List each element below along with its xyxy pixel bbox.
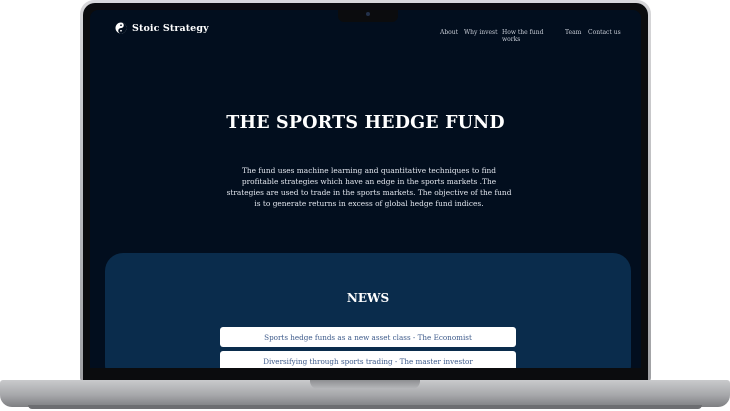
- logo-icon: [115, 22, 127, 34]
- nav-why-invest[interactable]: Why invest: [464, 29, 498, 36]
- laptop-hinge-notch: [310, 380, 420, 389]
- news-section: NEWS Sports hedge funds as a new asset c…: [105, 253, 631, 368]
- nav-how-line2: works: [502, 36, 521, 43]
- screen-bezel: Stoic Strategy About Why invest How the …: [83, 3, 648, 382]
- logo-text: Stoic Strategy: [132, 22, 209, 34]
- nav-contact-us[interactable]: Contact us: [588, 29, 621, 36]
- website-screen: Stoic Strategy About Why invest How the …: [90, 10, 641, 368]
- camera-notch: [338, 8, 398, 22]
- nav-team[interactable]: Team: [565, 29, 581, 36]
- hero-description: The fund uses machine learning and quant…: [226, 166, 512, 208]
- laptop-base-bottom: [28, 405, 702, 409]
- news-link-economist[interactable]: Sports hedge funds as a new asset class …: [220, 327, 516, 347]
- site-logo[interactable]: Stoic Strategy: [115, 22, 209, 34]
- news-link-master-investor[interactable]: Diversifying through sports trading - Th…: [220, 351, 516, 368]
- hero-title: THE SPORTS HEDGE FUND: [226, 113, 505, 133]
- nav-how-line1: How the fund: [502, 29, 544, 36]
- camera-icon: [366, 12, 370, 16]
- nav-about[interactable]: About: [440, 29, 458, 36]
- laptop-lid: Stoic Strategy About Why invest How the …: [80, 0, 651, 382]
- nav-how-the-fund-works[interactable]: How the fund works: [502, 29, 543, 43]
- news-title: NEWS: [346, 291, 390, 305]
